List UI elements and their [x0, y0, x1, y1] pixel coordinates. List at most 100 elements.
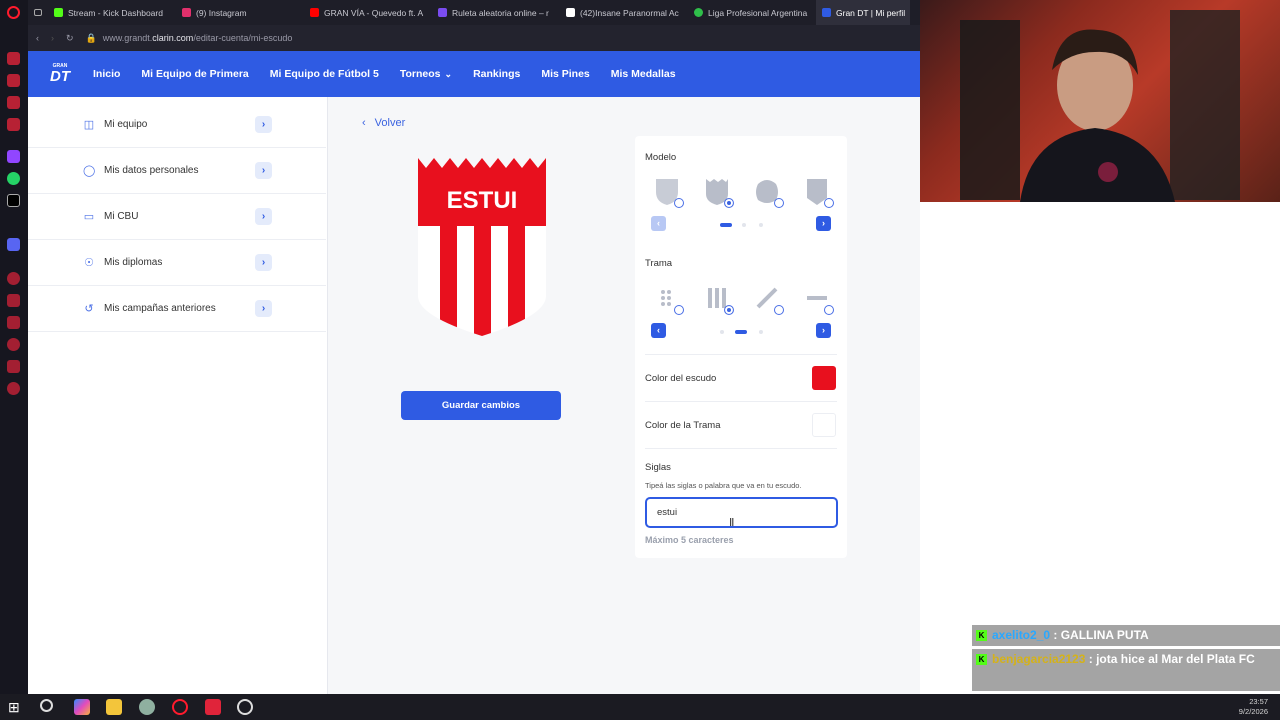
sidebar-item-datos-personales[interactable]: ◯ Mis datos personales › — [28, 148, 326, 194]
app-icon[interactable] — [7, 294, 20, 307]
chevron-right-icon[interactable]: › — [255, 116, 272, 133]
opera-gx-icon[interactable] — [172, 699, 188, 715]
app-icon[interactable] — [139, 699, 155, 715]
discord-icon[interactable] — [7, 238, 20, 251]
radio-button[interactable] — [824, 305, 834, 315]
chat-text: : jota hice al Mar del Plata FC — [1085, 652, 1255, 666]
carousel-dot[interactable] — [759, 223, 763, 227]
whatsapp-icon[interactable] — [7, 172, 20, 185]
radio-button-selected[interactable] — [724, 198, 734, 208]
award-icon: ☉ — [84, 256, 94, 269]
app-icon[interactable] — [7, 338, 20, 351]
trama-next-button[interactable]: › — [816, 323, 831, 338]
nav-mi-equipo-futbol5[interactable]: Mi Equipo de Fútbol 5 — [270, 68, 379, 80]
crest-editor-panel: Modelo ‹ › Trama ‹ › Color del escudo Co… — [635, 136, 847, 558]
app-icon[interactable] — [7, 74, 20, 87]
chat-username: benjagarcia2123 — [992, 652, 1086, 666]
app-icon[interactable] — [7, 96, 20, 109]
chevron-right-icon[interactable]: › — [255, 254, 272, 271]
carousel-dot[interactable] — [720, 330, 724, 334]
modelo-option-1[interactable] — [652, 176, 684, 208]
save-button[interactable]: Guardar cambios — [401, 391, 561, 420]
trama-option-4[interactable] — [802, 283, 834, 315]
modelo-option-3[interactable] — [752, 176, 784, 208]
windows-start-icon[interactable]: ⊞ — [8, 699, 24, 715]
obs-icon[interactable] — [237, 699, 253, 715]
youtube-icon — [310, 8, 319, 17]
app-icon[interactable] — [7, 360, 20, 373]
chevron-right-icon[interactable]: › — [255, 208, 272, 225]
siglas-input[interactable] — [645, 497, 838, 528]
modelo-option-4[interactable] — [802, 176, 834, 208]
modelo-option-2[interactable] — [702, 176, 734, 208]
sidebar-item-mi-equipo[interactable]: ◫ Mi equipo › — [28, 102, 326, 148]
chevron-right-icon[interactable]: › — [255, 162, 272, 179]
tiktok-icon — [566, 8, 575, 17]
gran-dt-logo[interactable]: GRAN DT — [47, 61, 73, 87]
file-explorer-icon[interactable] — [106, 699, 122, 715]
tab-youtube[interactable]: GRAN VÍA - Quevedo ft. A — [304, 0, 432, 25]
radio-button[interactable] — [824, 198, 834, 208]
modelo-next-button[interactable]: › — [816, 216, 831, 231]
twitch-icon[interactable] — [7, 150, 20, 163]
carousel-dot-active[interactable] — [720, 223, 732, 227]
sidebar-item-mi-cbu[interactable]: ▭ Mi CBU › — [28, 194, 326, 240]
trama-option-3[interactable] — [752, 283, 784, 315]
tab-label: Liga Profesional Argentina — [708, 7, 808, 18]
app-icon[interactable] — [7, 272, 20, 285]
x-icon[interactable] — [7, 194, 20, 207]
forward-icon[interactable]: › — [51, 33, 54, 43]
tab-menu-icon[interactable] — [28, 0, 48, 25]
app-icon[interactable] — [7, 52, 20, 65]
copilot-icon[interactable] — [74, 699, 90, 715]
radio-button[interactable] — [674, 198, 684, 208]
clock[interactable]: 23:57 9/2/2026 — [1239, 697, 1268, 717]
carousel-dot[interactable] — [759, 330, 763, 334]
carousel-dot[interactable] — [742, 223, 746, 227]
trama-option-1[interactable] — [652, 283, 684, 315]
app-icon[interactable] — [7, 316, 20, 329]
radio-button[interactable] — [774, 305, 784, 315]
nav-mis-pines[interactable]: Mis Pines — [541, 68, 589, 80]
reload-icon[interactable]: ↻ — [66, 33, 74, 44]
search-icon[interactable] — [40, 699, 53, 712]
carousel-dot-active[interactable] — [735, 330, 747, 334]
crest-preview: ESTUI — [418, 158, 546, 336]
radio-button-selected[interactable] — [724, 305, 734, 315]
address-bar: ‹ › ↻ 🔒 www.grandt.clarin.com/editar-cue… — [28, 25, 920, 51]
sidebar-item-campanas-anteriores[interactable]: ↺ Mis campañas anteriores › — [28, 286, 326, 332]
crest-text: ESTUI — [447, 187, 518, 214]
tab-instagram[interactable]: (9) Instagram — [176, 0, 304, 25]
tab-label: Stream - Kick Dashboard — [68, 7, 163, 18]
wps-icon[interactable] — [205, 699, 221, 715]
tab-kick[interactable]: Stream - Kick Dashboard — [48, 0, 176, 25]
site-navbar: GRAN DT Inicio Mi Equipo de Primera Mi E… — [28, 51, 920, 97]
color-trama-swatch[interactable] — [812, 413, 836, 437]
back-link[interactable]: ‹ Volver — [362, 117, 405, 129]
siglas-title: Siglas — [645, 462, 671, 473]
radio-button[interactable] — [774, 198, 784, 208]
modelo-prev-button[interactable]: ‹ — [651, 216, 666, 231]
color-escudo-swatch[interactable] — [812, 366, 836, 390]
back-icon[interactable]: ‹ — [36, 33, 39, 43]
tab-tiktok[interactable]: (42)Insane Paranormal Ac — [560, 0, 688, 25]
nav-mis-medallas[interactable]: Mis Medallas — [611, 68, 676, 80]
chat-message: K axelito2_0 : GALLINA PUTA — [972, 625, 1280, 646]
tab-gran-dt[interactable]: Gran DT | Mi perfil — [816, 0, 910, 25]
nav-mi-equipo-primera[interactable]: Mi Equipo de Primera — [141, 68, 248, 80]
settings-icon[interactable] — [7, 382, 20, 395]
opera-logo-icon[interactable] — [7, 6, 20, 19]
radio-button[interactable] — [674, 305, 684, 315]
tab-ruleta[interactable]: Ruleta aleatoria online – r — [432, 0, 560, 25]
nav-torneos[interactable]: Torneos ⌄ — [400, 68, 452, 80]
sidebar-item-mis-diplomas[interactable]: ☉ Mis diplomas › — [28, 240, 326, 286]
chevron-right-icon[interactable]: › — [255, 300, 272, 317]
app-icon[interactable] — [7, 118, 20, 131]
nav-inicio[interactable]: Inicio — [93, 68, 120, 80]
nav-torneos-label: Torneos — [399, 68, 441, 80]
trama-prev-button[interactable]: ‹ — [651, 323, 666, 338]
url-field[interactable]: www.grandt.clarin.com/editar-cuenta/mi-e… — [103, 33, 293, 43]
nav-rankings[interactable]: Rankings — [473, 68, 520, 80]
tab-liga[interactable]: Liga Profesional Argentina — [688, 0, 816, 25]
trama-option-2[interactable] — [702, 283, 734, 315]
